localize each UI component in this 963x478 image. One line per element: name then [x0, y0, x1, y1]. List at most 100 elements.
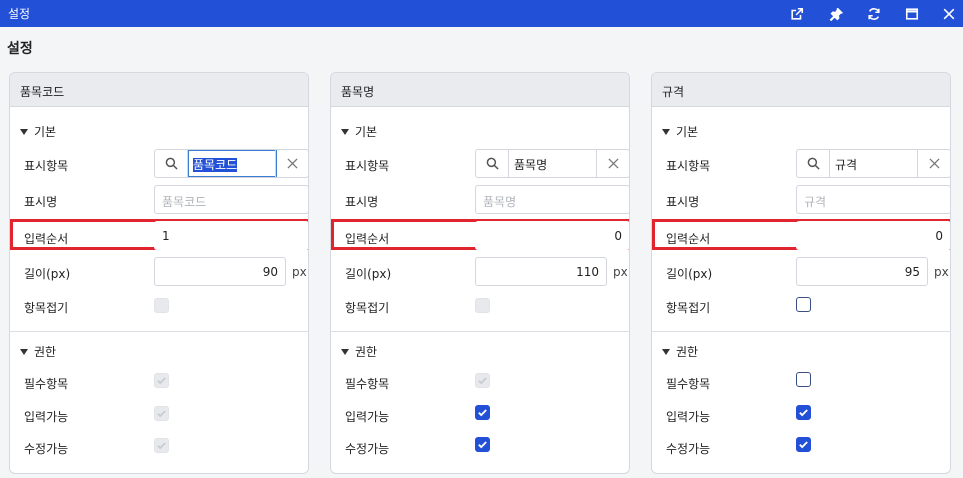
search-icon[interactable] — [797, 150, 830, 177]
section-basic-title: 기본 — [355, 125, 378, 139]
section-divider — [10, 331, 308, 332]
required-checkbox[interactable] — [154, 373, 169, 388]
close-icon[interactable] — [938, 3, 960, 25]
edit-enabled-checkbox[interactable] — [475, 437, 490, 452]
maximize-icon[interactable] — [901, 3, 923, 25]
fold-checkbox[interactable] — [796, 297, 811, 312]
input-order-label: 입력순서 — [345, 232, 390, 246]
edit-enabled-checkbox[interactable] — [796, 437, 811, 452]
pin-icon[interactable] — [825, 3, 847, 25]
length-label: 길이(px) — [666, 267, 713, 281]
display-name-input[interactable]: 품목코드 — [154, 185, 308, 214]
display-item-search[interactable]: 품목명 — [475, 149, 629, 178]
length-unit: px — [934, 265, 949, 279]
display-name-input[interactable]: 품목명 — [475, 185, 629, 214]
check-icon — [799, 409, 808, 417]
input-order-input[interactable]: 0 — [475, 221, 629, 250]
display-name-label: 표시명 — [24, 195, 58, 209]
display-item-label: 표시항목 — [24, 159, 69, 173]
search-icon[interactable] — [476, 150, 509, 177]
check-icon — [157, 410, 166, 418]
display-item-search[interactable]: 품목코드 — [154, 149, 308, 178]
window-titlebar: 설정 — [0, 0, 963, 27]
length-input[interactable]: 95 — [796, 257, 928, 286]
clear-icon[interactable] — [596, 150, 629, 177]
edit-enabled-label: 수정가능 — [345, 442, 390, 456]
caret-down-icon — [662, 128, 670, 135]
fold-checkbox[interactable] — [154, 298, 169, 313]
display-item-value[interactable]: 품목코드 — [188, 150, 277, 177]
display-name-label: 표시명 — [666, 195, 700, 209]
required-checkbox[interactable] — [796, 372, 811, 387]
caret-down-icon — [20, 128, 28, 135]
section-divider — [331, 331, 629, 332]
input-enabled-label: 입력가능 — [24, 410, 69, 424]
input-enabled-checkbox[interactable] — [475, 405, 490, 420]
check-icon — [478, 409, 487, 417]
display-item-label: 표시항목 — [666, 159, 711, 173]
check-icon — [157, 377, 166, 385]
input-enabled-label: 입력가능 — [666, 410, 711, 424]
required-label: 필수항목 — [24, 377, 69, 391]
section-permissions-toggle[interactable]: 권한 — [341, 343, 377, 360]
caret-down-icon — [341, 128, 349, 135]
edit-enabled-checkbox[interactable] — [154, 438, 169, 453]
panel-header: 규격 — [652, 73, 950, 107]
required-label: 필수항목 — [666, 377, 711, 391]
section-permissions-title: 권한 — [355, 345, 378, 359]
panel-header: 품목명 — [331, 73, 629, 107]
edit-enabled-label: 수정가능 — [666, 442, 711, 456]
caret-down-icon — [341, 348, 349, 355]
clear-icon[interactable] — [917, 150, 950, 177]
input-order-input[interactable]: 0 — [796, 221, 950, 250]
display-item-value[interactable]: 품목명 — [514, 156, 547, 173]
external-link-icon[interactable] — [786, 3, 808, 25]
page-title: 설정 — [7, 41, 33, 57]
display-name-label: 표시명 — [345, 195, 379, 209]
length-label: 길이(px) — [24, 267, 71, 281]
section-permissions-toggle[interactable]: 권한 — [662, 343, 698, 360]
display-item-label: 표시항목 — [345, 159, 390, 173]
section-basic-title: 기본 — [676, 125, 699, 139]
caret-down-icon — [662, 348, 670, 355]
display-name-input[interactable]: 규격 — [796, 185, 950, 214]
search-icon[interactable] — [155, 150, 188, 177]
edit-enabled-label: 수정가능 — [24, 442, 69, 456]
caret-down-icon — [20, 348, 28, 355]
fold-label: 항목접기 — [24, 301, 69, 315]
check-icon — [478, 377, 487, 385]
length-input[interactable]: 110 — [475, 257, 607, 286]
length-label: 길이(px) — [345, 267, 392, 281]
fold-label: 항목접기 — [666, 301, 711, 315]
fold-label: 항목접기 — [345, 301, 390, 315]
display-item-value[interactable]: 규격 — [835, 156, 857, 173]
length-unit: px — [613, 265, 628, 279]
fold-checkbox[interactable] — [475, 298, 490, 313]
refresh-icon[interactable] — [863, 3, 885, 25]
input-enabled-checkbox[interactable] — [154, 406, 169, 421]
input-order-input[interactable]: 1 — [154, 221, 308, 250]
section-basic-toggle[interactable]: 기본 — [341, 123, 377, 140]
display-item-search[interactable]: 규격 — [796, 149, 950, 178]
window-title: 설정 — [8, 7, 31, 21]
section-divider — [652, 331, 950, 332]
section-permissions-title: 권한 — [34, 345, 57, 359]
input-enabled-checkbox[interactable] — [796, 405, 811, 420]
length-input[interactable]: 90 — [154, 257, 286, 286]
check-icon — [799, 441, 808, 449]
section-permissions-toggle[interactable]: 권한 — [20, 343, 56, 360]
section-basic-toggle[interactable]: 기본 — [662, 123, 698, 140]
column-settings-panel: 규격 기본 표시항목 규격 표시명 규격 입력순서 0 길이(px) 95 px… — [651, 72, 951, 474]
check-icon — [478, 441, 487, 449]
clear-icon[interactable] — [275, 150, 308, 177]
input-enabled-label: 입력가능 — [345, 410, 390, 424]
panel-header: 품목코드 — [10, 73, 308, 107]
section-basic-toggle[interactable]: 기본 — [20, 123, 56, 140]
required-label: 필수항목 — [345, 377, 390, 391]
length-unit: px — [292, 265, 307, 279]
check-icon — [157, 442, 166, 450]
required-checkbox[interactable] — [475, 373, 490, 388]
input-order-label: 입력순서 — [24, 232, 69, 246]
input-order-label: 입력순서 — [666, 232, 711, 246]
column-settings-panel: 품목코드 기본 표시항목 품목코드 표시명 품목코드 입력순서 1 길이(px)… — [9, 72, 309, 474]
